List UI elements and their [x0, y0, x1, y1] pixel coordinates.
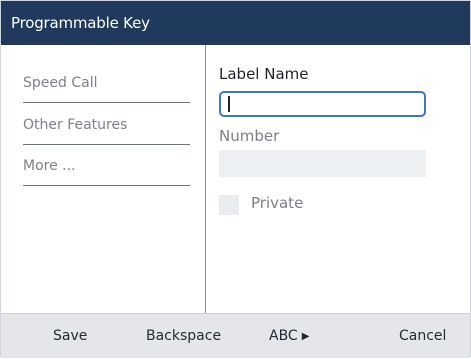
number-input[interactable]: [219, 150, 426, 177]
label-name-input[interactable]: [219, 91, 426, 117]
cancel-button[interactable]: Cancel: [399, 314, 446, 358]
number-label: Number: [219, 127, 280, 145]
phone-screen: Programmable Key Speed Call Other Featur…: [0, 0, 471, 358]
sidebar-menu: Speed Call Other Features More ...: [1, 45, 206, 313]
sidebar-item-speed-call[interactable]: Speed Call: [23, 63, 190, 103]
private-checkbox[interactable]: [219, 195, 239, 215]
backspace-button[interactable]: Backspace: [146, 314, 221, 358]
softkey-bar: Save Backspace ABC ▶ Cancel: [1, 313, 470, 358]
save-label: Save: [53, 328, 88, 344]
label-name-label: Label Name: [219, 65, 309, 83]
abc-label: ABC: [269, 328, 298, 344]
save-button[interactable]: Save: [53, 314, 87, 358]
backspace-label: Backspace: [146, 328, 222, 344]
private-label: Private: [251, 194, 304, 212]
cancel-label: Cancel: [399, 328, 447, 344]
sidebar-item-more[interactable]: More ...: [23, 146, 190, 186]
abc-mode-button[interactable]: ABC ▶: [269, 314, 309, 358]
key-form: Label Name Number Private: [206, 45, 471, 313]
sidebar-item-other-features[interactable]: Other Features: [23, 105, 190, 145]
text-caret: [228, 96, 230, 112]
play-arrow-icon: ▶: [301, 331, 310, 342]
window-title: Programmable Key: [1, 1, 470, 45]
